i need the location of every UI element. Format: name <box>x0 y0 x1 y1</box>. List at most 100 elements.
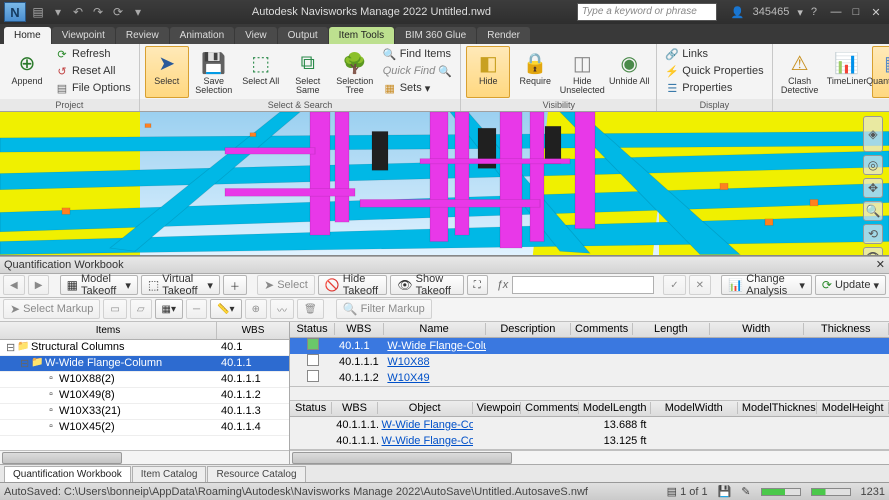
tab-bim360[interactable]: BIM 360 Glue <box>395 27 476 44</box>
qat-save-icon[interactable]: ▾ <box>50 4 66 20</box>
grid-row[interactable]: 40.1.1W-Wide Flange-Column <box>290 338 889 354</box>
select-all-button[interactable]: ⬚Select All <box>239 46 283 98</box>
find-items-button[interactable]: 🔍Find Items <box>380 46 456 62</box>
grid-tool-button[interactable]: ▦▾ <box>155 299 183 319</box>
tab-viewpoint[interactable]: Viewpoint <box>52 27 115 44</box>
quick-properties-button[interactable]: ⚡Quick Properties <box>662 63 766 79</box>
grid-row[interactable]: 40.1.1.1W10X88 <box>290 354 889 370</box>
app-logo[interactable]: N <box>4 2 26 22</box>
quantification-button[interactable]: ▦Quantification <box>872 46 889 98</box>
hide-button[interactable]: ◧Hide <box>466 46 510 98</box>
grid-row[interactable]: 40.1.1.1.2W-Wide Flange-Column13.125 ft <box>290 433 889 449</box>
tab-item-tools[interactable]: Item Tools <box>329 27 394 44</box>
tree-row[interactable]: ▫W10X49(8)40.1.1.2 <box>0 388 289 404</box>
polyline-tool-button[interactable]: 〰 <box>270 299 294 319</box>
change-analysis-button[interactable]: 📊Change Analysis▾ <box>721 275 812 295</box>
summary-grid[interactable]: StatusWBSNameDescriptionCommentsLengthWi… <box>290 322 889 387</box>
maximize-button[interactable]: □ <box>847 6 865 19</box>
help-icon[interactable]: ? <box>811 6 817 18</box>
tree-hscroll[interactable] <box>0 450 289 464</box>
tab-review[interactable]: Review <box>116 27 169 44</box>
tree-row[interactable]: ▫W10X45(2)40.1.1.4 <box>0 420 289 436</box>
require-button[interactable]: 🔒Require <box>513 46 557 98</box>
timeliner-button[interactable]: 📊TimeLiner <box>825 46 869 98</box>
model-takeoff-button[interactable]: ▦Model Takeoff▾ <box>60 275 138 295</box>
virtual-takeoff-button[interactable]: ⬚Virtual Takeoff▾ <box>141 275 220 295</box>
wbs-header[interactable]: WBS <box>217 322 289 339</box>
clash-button[interactable]: ⚠Clash Detective <box>778 46 822 98</box>
favorite-icon[interactable]: ▾ <box>797 6 803 19</box>
grid-row[interactable]: 40.1.1.1.1W-Wide Flange-Column13.688 ft <box>290 417 889 433</box>
append-button[interactable]: ⊕Append <box>5 46 49 98</box>
nav-fwd-button[interactable]: ▶ <box>28 275 50 295</box>
quick-find-input[interactable]: Quick Find🔍 <box>380 63 456 79</box>
rect-tool-button[interactable]: ▭ <box>103 299 126 319</box>
shape-tool-button[interactable]: ▱ <box>130 299 152 319</box>
tree-row[interactable]: ▫W10X88(2)40.1.1.1 <box>0 372 289 388</box>
tab-output[interactable]: Output <box>278 27 328 44</box>
show-takeoff-button[interactable]: 👁Show Takeoff <box>390 275 463 295</box>
measure-tool-button[interactable]: 📏▾ <box>210 299 241 319</box>
steering-wheel-icon[interactable]: ◎ <box>863 155 883 175</box>
tree-row[interactable]: ▫W10X33(21)40.1.1.3 <box>0 404 289 420</box>
close-button[interactable]: ✕ <box>867 6 885 19</box>
help-search-input[interactable]: Type a keyword or phrase <box>577 3 717 21</box>
file-options-button[interactable]: ▤File Options <box>52 80 134 96</box>
3d-viewport[interactable]: I:8(1):10(-2) - F.C. @ Level 3 (-28) ◈ ◎… <box>0 112 889 256</box>
items-header[interactable]: Items <box>0 322 217 339</box>
select-button[interactable]: ➤Select <box>145 46 189 98</box>
qat-open-icon[interactable]: ▤ <box>30 4 46 20</box>
add-button[interactable]: ＋ <box>223 275 247 295</box>
delete-tool-button[interactable]: 🗑 <box>297 299 324 319</box>
sets-button[interactable]: ▦Sets▾ <box>380 80 456 96</box>
tree-row[interactable]: ⊟📁Structural Columns40.1 <box>0 340 289 356</box>
qat-undo-icon[interactable]: ↶ <box>70 4 86 20</box>
user-label[interactable]: 345465 <box>753 6 790 18</box>
refresh-button[interactable]: ⟳Refresh <box>52 46 134 62</box>
selection-tree-button[interactable]: 🌳Selection Tree <box>333 46 377 98</box>
qat-redo-icon[interactable]: ↷ <box>90 4 106 20</box>
tab-render[interactable]: Render <box>477 27 530 44</box>
viewcube-icon[interactable]: ◈ <box>863 116 883 152</box>
look-icon[interactable]: 👁 <box>863 247 883 256</box>
select-button-qw[interactable]: ➤Select <box>257 275 315 295</box>
save-selection-button[interactable]: 💾Save Selection <box>192 46 236 98</box>
tab-home[interactable]: Home <box>4 27 51 44</box>
unhide-all-button[interactable]: ◉Unhide All <box>607 46 651 98</box>
signin-icon[interactable]: 👤 <box>731 6 745 19</box>
properties-button[interactable]: ☰Properties <box>662 80 766 96</box>
tree-row[interactable]: ⊟📁W-Wide Flange-Column40.1.1 <box>0 356 289 372</box>
orbit-icon[interactable]: ⟲ <box>863 224 883 244</box>
tab-view[interactable]: View <box>235 27 277 44</box>
nav-back-button[interactable]: ◀ <box>3 275 25 295</box>
items-tree[interactable]: ⊟📁Structural Columns40.1⊟📁W-Wide Flange-… <box>0 340 289 451</box>
count-tool-button[interactable]: ⊕ <box>245 299 267 319</box>
tab-quant-workbook[interactable]: Quantification Workbook <box>4 466 131 482</box>
qat-refresh-icon[interactable]: ⟳ <box>110 4 126 20</box>
update-button[interactable]: ⟳Update▾ <box>815 275 886 295</box>
grid-row[interactable]: 40.1.1.2W10X49 <box>290 370 889 386</box>
expand-button[interactable]: ⛶ <box>467 275 488 295</box>
tab-animation[interactable]: Animation <box>170 27 234 44</box>
grid-hscroll[interactable] <box>290 450 889 464</box>
select-same-button[interactable]: ⧉Select Same <box>286 46 330 98</box>
pan-icon[interactable]: ✥ <box>863 178 883 198</box>
fx-cancel-button[interactable]: ✕ <box>689 275 711 295</box>
minimize-button[interactable]: — <box>827 6 845 19</box>
tab-resource-catalog[interactable]: Resource Catalog <box>207 466 305 482</box>
links-button[interactable]: 🔗Links <box>662 46 766 62</box>
hide-takeoff-button[interactable]: 🚫Hide Takeoff <box>318 275 388 295</box>
detail-grid[interactable]: StatusWBSObjectViewpointCommentsModelLen… <box>290 401 889 450</box>
select-markup-button[interactable]: ➤Select Markup <box>3 299 100 319</box>
qw-toolbar: ◀ ▶ ▦Model Takeoff▾ ⬚Virtual Takeoff▾ ＋ … <box>0 274 889 298</box>
line-tool-button[interactable]: ─ <box>186 299 207 319</box>
formula-input[interactable] <box>512 276 654 294</box>
fx-accept-button[interactable]: ✓ <box>663 275 685 295</box>
reset-all-button[interactable]: ↺Reset All <box>52 63 134 79</box>
tab-item-catalog[interactable]: Item Catalog <box>132 466 207 482</box>
hide-unselected-button[interactable]: ◫Hide Unselected <box>560 46 604 98</box>
qw-close-button[interactable]: ✕ <box>876 258 885 271</box>
zoom-icon[interactable]: 🔍 <box>863 201 883 221</box>
filter-markup-button[interactable]: 🔍Filter Markup <box>336 299 432 319</box>
qat-more-icon[interactable]: ▾ <box>130 4 146 20</box>
